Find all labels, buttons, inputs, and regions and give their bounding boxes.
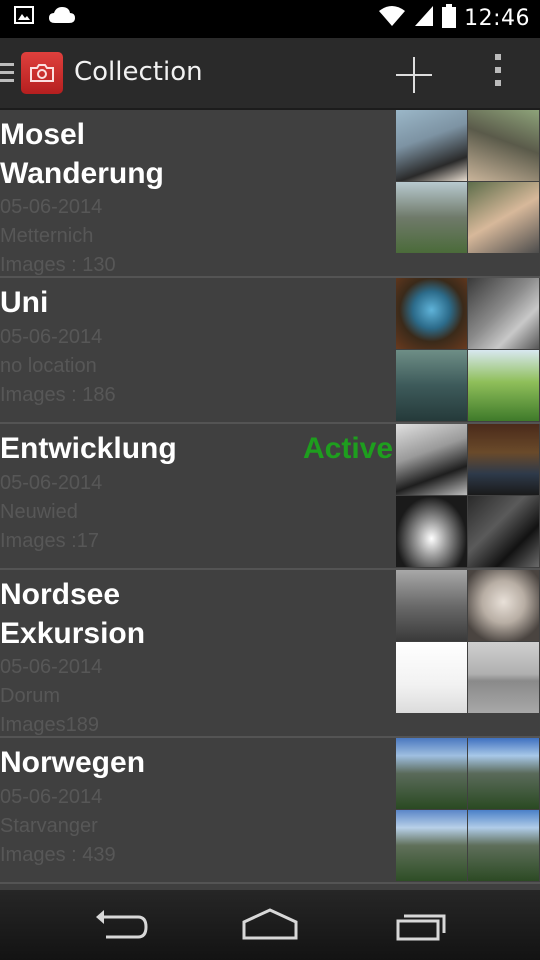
collection-thumbnails: [396, 570, 540, 714]
collection-title: Mosel Wanderung: [0, 118, 164, 190]
thumbnail-image: [468, 738, 539, 809]
cloud-icon: [48, 6, 76, 28]
active-label: Active: [303, 432, 394, 465]
thumbnail-image: [468, 110, 539, 181]
collection-row-uni[interactable]: Uni 05-06-2014 no location Images : 186: [0, 278, 540, 424]
drawer-menu-icon[interactable]: [0, 63, 14, 83]
navigation-bar: [0, 890, 540, 960]
collection-thumbnails: [396, 110, 540, 254]
overflow-menu-icon[interactable]: [486, 54, 510, 94]
collection-image-count: Images :17: [0, 530, 99, 552]
thumbnail-image: [468, 570, 539, 641]
add-collection-button[interactable]: [394, 55, 434, 95]
thumbnail-image: [396, 570, 467, 641]
collection-thumbnails: [396, 424, 540, 568]
thumbnail-image: [468, 496, 539, 567]
status-bar: 12:46: [0, 0, 540, 38]
thumbnail-image: [396, 496, 467, 567]
collection-row-nordsee[interactable]: Nordsee Exkursion 05-06-2014 Dorum Image…: [0, 570, 540, 738]
collection-image-count: Images : 439: [0, 844, 116, 866]
thumbnail-image: [396, 110, 467, 181]
collection-location: Starvanger: [0, 815, 98, 837]
collection-title: Nordsee Exkursion: [0, 578, 146, 650]
collection-title: Uni: [0, 286, 49, 319]
collection-image-count: Images189: [0, 714, 99, 736]
thumbnail-image: [468, 810, 539, 881]
collection-date: 05-06-2014: [0, 326, 103, 348]
collection-thumbnails: [396, 278, 540, 422]
thumbnail-image: [468, 424, 539, 495]
recents-icon[interactable]: [392, 907, 452, 943]
collection-location: Neuwied: [0, 501, 78, 523]
thumbnail-image: [396, 350, 467, 421]
collection-title: Norwegen: [0, 746, 146, 779]
battery-icon: [442, 4, 457, 32]
thumbnail-image: [396, 810, 467, 881]
collection-thumbnails: [396, 738, 540, 882]
image-notification-icon: [14, 6, 34, 28]
thumbnail-image: [468, 350, 539, 421]
thumbnail-image: [396, 642, 467, 713]
add-icon: [396, 57, 432, 93]
collection-date: 05-06-2014: [0, 656, 103, 678]
collection-date: 05-06-2014: [0, 196, 103, 218]
wifi-icon: [378, 5, 406, 31]
collection-location: Metternich: [0, 225, 94, 247]
collection-location: no location: [0, 355, 97, 377]
collection-date: 05-06-2014: [0, 472, 103, 494]
collection-row-norwegen[interactable]: Norwegen 05-06-2014 Starvanger Images : …: [0, 738, 540, 884]
action-bar: Collection: [0, 38, 540, 110]
thumbnail-image: [396, 182, 467, 253]
collection-location: Dorum: [0, 685, 61, 707]
page-title: Collection: [74, 57, 203, 87]
collection-date: 05-06-2014: [0, 786, 103, 808]
thumbnail-image: [468, 278, 539, 349]
collection-row-mosel[interactable]: Mosel Wanderung 05-06-2014 Metternich Im…: [0, 110, 540, 278]
thumbnail-image: [396, 738, 467, 809]
cell-signal-icon: [414, 5, 434, 31]
thumbnail-image: [396, 424, 467, 495]
thumbnail-image: [468, 642, 539, 713]
thumbnail-image: [396, 278, 467, 349]
collection-image-count: Images : 186: [0, 384, 116, 406]
home-icon[interactable]: [240, 907, 300, 943]
camera-app-icon[interactable]: [21, 52, 63, 94]
back-icon[interactable]: [90, 907, 150, 943]
thumbnail-image: [468, 182, 539, 253]
clock: 12:46: [464, 5, 530, 31]
collection-image-count: Images : 130: [0, 254, 116, 276]
collection-row-entwicklung[interactable]: Entwicklung Active 05-06-2014 Neuwied Im…: [0, 424, 540, 570]
